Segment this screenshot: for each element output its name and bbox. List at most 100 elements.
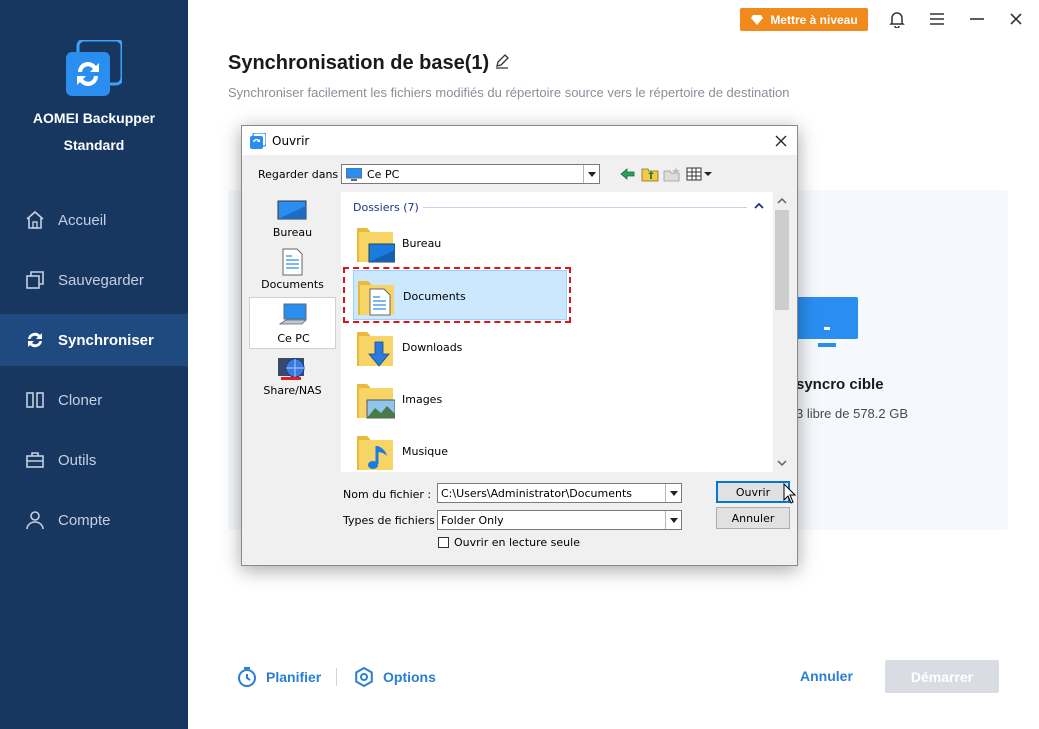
readonly-checkbox[interactable]: Ouvrir en lecture seule: [438, 536, 580, 549]
options-button[interactable]: Options: [353, 666, 436, 688]
place-label: Bureau: [272, 226, 313, 239]
look-in-select[interactable]: Ce PC: [341, 164, 600, 184]
filetype-label: Types de fichiers :: [343, 514, 442, 527]
places-bar: Bureau Documents Ce PC Share/NAS: [249, 192, 336, 472]
schedule-button[interactable]: Planifier: [236, 666, 321, 688]
file-list-scrollbar[interactable]: [773, 192, 791, 472]
filetype-select[interactable]: Folder Only: [437, 510, 682, 530]
place-desktop[interactable]: Bureau: [249, 192, 336, 244]
dialog-cancel-button[interactable]: Annuler: [716, 507, 790, 529]
item-label: Downloads: [402, 341, 463, 354]
start-button[interactable]: Démarrer: [885, 660, 999, 693]
filetype-value: Folder Only: [441, 514, 504, 527]
group-divider: [423, 207, 747, 208]
app-name: AOMEI Backupper: [32, 110, 156, 126]
app-sync-icon: [250, 132, 267, 149]
sidebar-item-label: Accueil: [58, 211, 107, 229]
monitor-icon: [796, 297, 860, 353]
desktop-icon: [277, 196, 307, 224]
open-dialog: Ouvrir Regarder dans : Ce PC Bureau Docu…: [241, 125, 798, 566]
user-icon: [24, 509, 46, 531]
filename-label: Nom du fichier :: [343, 488, 432, 501]
place-label: Documents: [261, 278, 324, 291]
scroll-down-icon[interactable]: [776, 457, 788, 469]
upgrade-button[interactable]: Mettre à niveau: [740, 8, 868, 31]
folder-up-icon[interactable]: [641, 166, 659, 182]
edit-icon[interactable]: [494, 53, 512, 71]
view-menu-icon[interactable]: [686, 166, 714, 182]
list-item-documents[interactable]: Documents: [353, 270, 567, 320]
chevron-up-icon[interactable]: [753, 200, 765, 212]
item-label: Bureau: [402, 237, 442, 250]
document-icon: [277, 248, 307, 276]
target-info: 3 libre de 578.2 GB: [796, 406, 909, 421]
minimize-icon[interactable]: [966, 8, 988, 30]
sidebar-item-clone[interactable]: Cloner: [0, 374, 188, 426]
page-title: Synchronisation de base(1): [228, 52, 490, 74]
chevron-down-icon[interactable]: [583, 165, 599, 183]
bell-icon[interactable]: [886, 8, 908, 30]
documents-folder-icon: [356, 277, 396, 317]
filename-input[interactable]: C:\Users\Administrator\Documents: [437, 483, 682, 503]
group-header: Dossiers (7): [353, 201, 419, 214]
page-subtitle: Synchroniser facilement les fichiers mod…: [228, 85, 790, 100]
place-label: Ce PC: [277, 332, 310, 345]
back-arrow-icon[interactable]: [619, 166, 637, 182]
filename-value: C:\Users\Administrator\Documents: [441, 487, 633, 500]
app-logo-icon: [66, 38, 124, 96]
options-label: Options: [383, 669, 436, 685]
list-item-music[interactable]: Musique: [353, 426, 567, 476]
desktop-folder-icon: [355, 224, 396, 264]
schedule-label: Planifier: [266, 669, 322, 685]
computer-icon: [278, 302, 308, 330]
target-title: syncro cible: [796, 376, 884, 393]
backup-icon: [24, 269, 46, 291]
sidebar-item-tools[interactable]: Outils: [0, 434, 188, 486]
close-icon[interactable]: [1005, 8, 1027, 30]
open-button[interactable]: Ouvrir: [716, 481, 790, 503]
look-in-label: Regarder dans :: [258, 168, 346, 181]
footer-divider: [336, 668, 337, 686]
music-folder-icon: [355, 432, 395, 472]
place-documents[interactable]: Documents: [249, 244, 336, 296]
downloads-folder-icon: [355, 328, 395, 368]
clone-icon: [24, 389, 46, 411]
settings-icon: [353, 666, 375, 688]
place-share-nas[interactable]: Share/NAS: [249, 350, 336, 402]
app-edition: Standard: [63, 137, 125, 153]
sidebar-item-home[interactable]: Accueil: [0, 194, 188, 246]
new-folder-icon[interactable]: [663, 166, 681, 182]
cancel-button[interactable]: Annuler: [800, 668, 853, 684]
chevron-down-icon[interactable]: [665, 484, 681, 502]
dialog-close-icon[interactable]: [772, 132, 790, 150]
item-label: Images: [402, 393, 443, 406]
toolbox-icon: [24, 449, 46, 471]
diamond-icon: [750, 14, 764, 26]
place-this-pc[interactable]: Ce PC: [249, 297, 336, 349]
computer-icon: [345, 167, 363, 181]
list-item-desktop[interactable]: Bureau: [353, 218, 567, 268]
checkbox-box[interactable]: [438, 537, 449, 548]
sidebar-item-account[interactable]: Compte: [0, 494, 188, 546]
chevron-down-icon[interactable]: [665, 511, 681, 529]
look-in-value: Ce PC: [367, 168, 400, 181]
scrollbar-thumb[interactable]: [775, 210, 789, 310]
file-list: Dossiers (7) Bureau Documents Downloads: [341, 192, 791, 472]
sidebar-item-label: Compte: [58, 511, 111, 529]
sidebar-item-backup[interactable]: Sauvegarder: [0, 254, 188, 306]
sidebar: AOMEI Backupper Standard Accueil Sauvega…: [0, 0, 188, 729]
sidebar-item-label: Outils: [58, 451, 97, 469]
sidebar-item-sync[interactable]: Synchroniser: [0, 314, 188, 366]
menu-icon[interactable]: [926, 8, 948, 30]
list-item-downloads[interactable]: Downloads: [353, 322, 567, 372]
item-label: Documents: [403, 290, 466, 303]
dialog-title: Ouvrir: [272, 134, 310, 148]
upgrade-label: Mettre à niveau: [770, 12, 858, 27]
place-label: Share/NAS: [263, 384, 322, 397]
sidebar-item-label: Cloner: [58, 391, 103, 409]
dialog-titlebar: Ouvrir: [242, 126, 797, 155]
clock-icon: [236, 666, 258, 688]
list-item-images[interactable]: Images: [353, 374, 567, 424]
scroll-up-icon[interactable]: [776, 195, 788, 207]
home-icon: [24, 209, 46, 231]
